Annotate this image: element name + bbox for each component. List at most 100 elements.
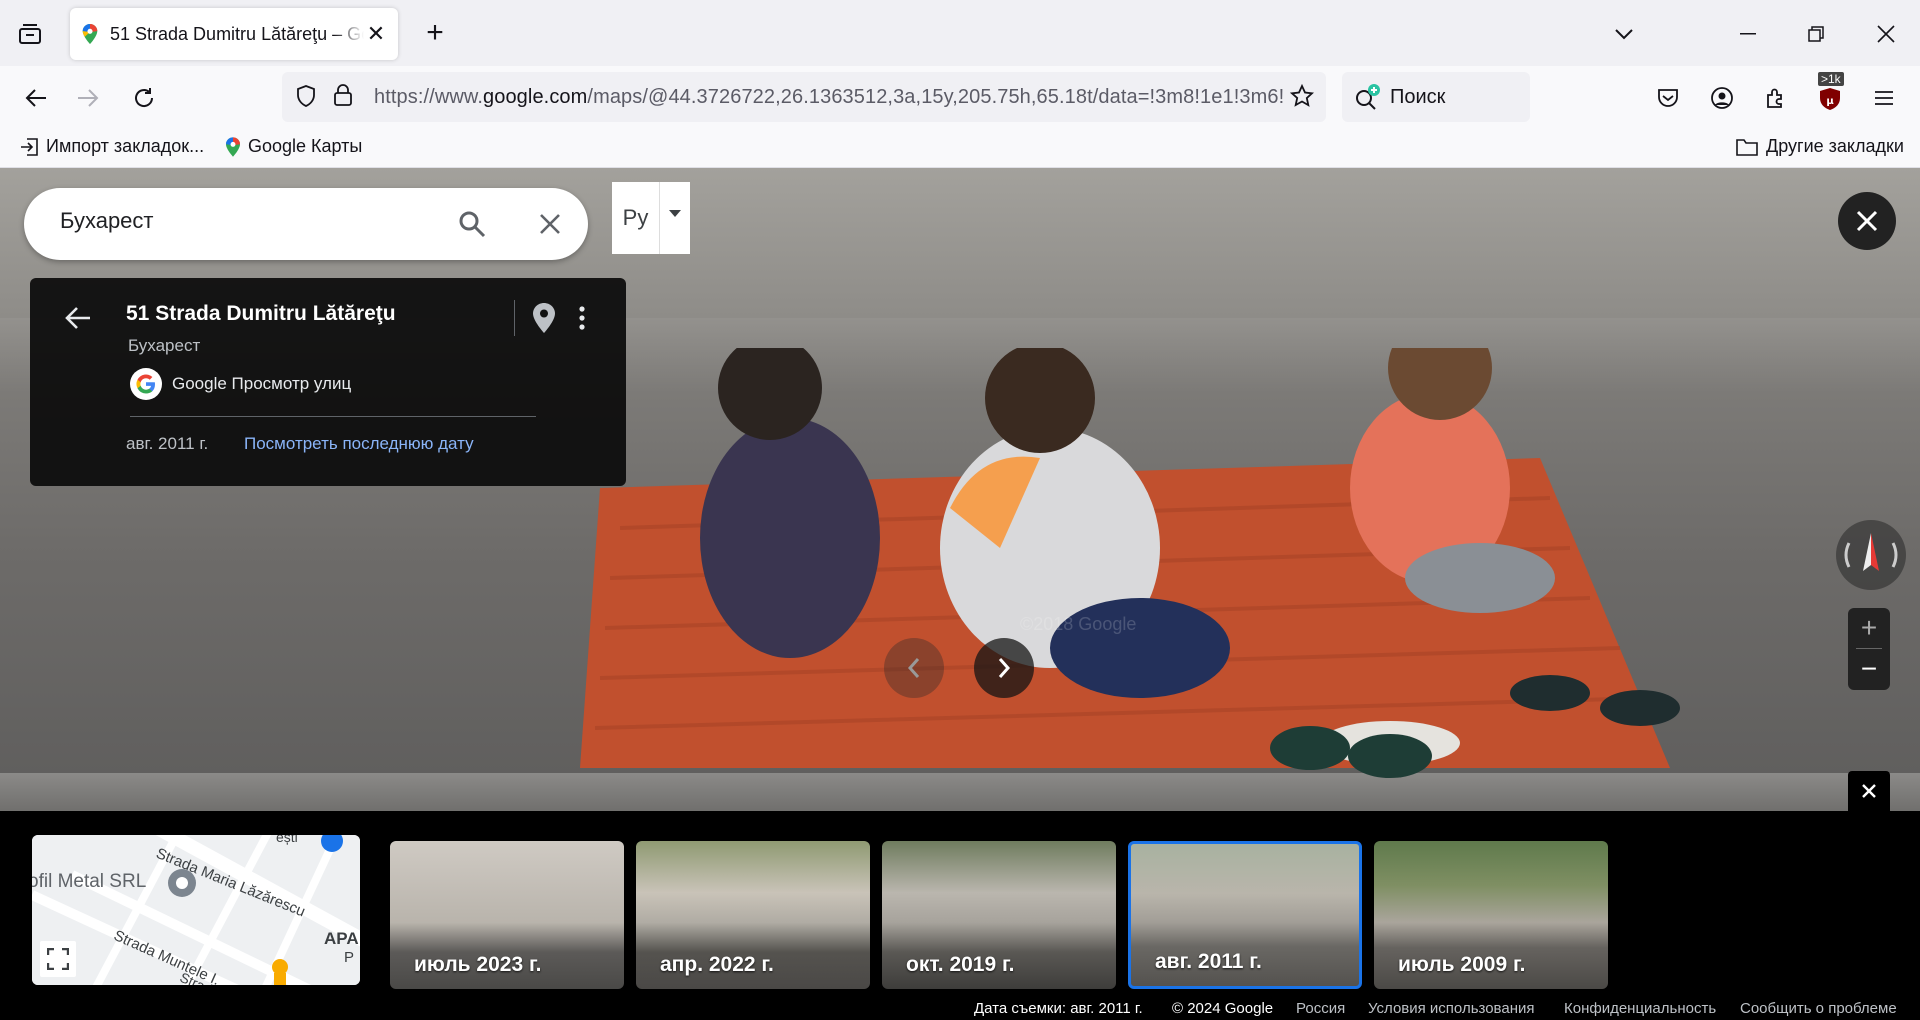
pocket-icon[interactable] — [1650, 80, 1686, 116]
url-text[interactable]: https://www.google.com/maps/@44.3726722,… — [374, 86, 1284, 109]
timeline-thumb-1[interactable]: июль 2023 г. — [390, 841, 624, 989]
close-window-button[interactable] — [1866, 14, 1906, 54]
reload-button[interactable] — [126, 80, 162, 116]
bookmark-google-maps-label: Google Карты — [248, 136, 363, 156]
restore-window-button[interactable] — [1796, 14, 1836, 54]
bookmark-other-folder[interactable]: Другие закладки — [1736, 136, 1904, 157]
card-divider-horizontal — [130, 416, 536, 417]
url-path: /maps/@44.3726722,26.1363512,3a,15y,205.… — [587, 86, 1284, 108]
expand-map-icon[interactable] — [40, 941, 76, 977]
footer-capture-date: Дата съемки: авг. 2011 г. — [974, 1000, 1143, 1017]
timeline-thumb-label: окт. 2019 г. — [906, 953, 1015, 976]
google-maps-bookmark-icon — [226, 136, 240, 157]
street-view-panorama[interactable]: ©2018 Google — [0, 168, 1920, 811]
footer-terms-link[interactable]: Условия использования — [1368, 1000, 1535, 1017]
input-language-selector[interactable]: Ру — [612, 182, 690, 254]
timeline-thumb-2[interactable]: апр. 2022 г. — [636, 841, 870, 989]
account-icon[interactable] — [1704, 80, 1740, 116]
footer-country-link[interactable]: Россия — [1296, 1000, 1345, 1017]
maps-footer: Дата съемки: авг. 2011 г. © 2024 Google … — [0, 998, 1920, 1020]
bookmarks-toolbar: Импорт закладок... Google Карты Другие з… — [0, 130, 1920, 168]
mini-map-label-p: P — [344, 949, 355, 966]
list-all-tabs-icon[interactable] — [16, 20, 44, 48]
panorama-curb — [0, 773, 1920, 811]
see-latest-date-link[interactable]: Посмотреть последнюю дату — [244, 434, 474, 454]
street-view-source: Google Просмотр улиц — [130, 368, 351, 400]
panorama-scene-shapes — [580, 348, 1680, 768]
import-icon — [21, 137, 38, 156]
tab-overflow-chevron-icon[interactable] — [1604, 14, 1644, 54]
maps-search-input[interactable] — [60, 208, 440, 234]
extensions-puzzle-icon[interactable] — [1758, 80, 1794, 116]
search-engine-icon — [1354, 84, 1382, 115]
timeline-thumb-label: апр. 2022 г. — [660, 953, 774, 976]
timeline-thumb-4-selected[interactable]: авг. 2011 г. — [1128, 841, 1362, 989]
bookmark-star-icon[interactable] — [1289, 83, 1315, 113]
clear-search-icon[interactable] — [532, 206, 568, 242]
lock-icon[interactable] — [334, 84, 352, 111]
search-icon[interactable] — [454, 206, 490, 242]
zoom-control: + − — [1848, 608, 1890, 690]
tab-title: 51 Strada Dumitru Lătăreţu – Google Карт… — [110, 23, 364, 44]
bookmark-import-label: Импорт закладок... — [46, 136, 205, 156]
street-view-info-card: 51 Strada Dumitru Lătăreţu Бухарест Goog… — [30, 278, 626, 486]
panorama-watermark: ©2018 Google — [1020, 614, 1137, 634]
app-menu-icon[interactable] — [1866, 80, 1902, 116]
timeline-thumb-3[interactable]: окт. 2019 г. — [882, 841, 1116, 989]
sandals-shapes — [1270, 726, 1432, 778]
capture-date: авг. 2011 г. — [126, 434, 209, 453]
bookmark-import[interactable]: Импорт закладок... — [20, 136, 204, 157]
svg-text:μ: μ — [1826, 96, 1834, 107]
footer-copyright: © 2024 Google — [1172, 1000, 1274, 1017]
url-prefix: https://www. — [374, 86, 484, 108]
more-options-icon[interactable] — [570, 300, 594, 336]
timeline-thumb-label: авг. 2011 г. — [1155, 950, 1262, 973]
previous-image-button[interactable] — [884, 638, 944, 698]
mini-map[interactable]: ofil Metal SRL Strada Maria Lăzărescu St… — [32, 835, 360, 985]
bookmark-other-label: Другие закладки — [1766, 136, 1904, 156]
timeline-thumb-label: июль 2023 г. — [414, 953, 542, 976]
url-domain: google.com — [483, 86, 588, 108]
maps-viewport: ©2018 Google Ру 51 Strada Dumitru Lătăre… — [0, 168, 1920, 1020]
extension-badge: >1k — [1818, 72, 1844, 86]
navigation-toolbar: https://www.google.com/maps/@44.3726722,… — [0, 66, 1920, 130]
card-divider — [514, 300, 515, 336]
bookmark-google-maps[interactable]: Google Карты — [226, 136, 362, 157]
mini-map-label-top: ești — [276, 835, 298, 845]
google-logo-icon — [130, 368, 162, 400]
timeline-thumb-label: июль 2009 г. — [1398, 953, 1526, 976]
time-machine-strip: ofil Metal SRL Strada Maria Lăzărescu St… — [0, 771, 1920, 1020]
address-title: 51 Strada Dumitru Lătăreţu — [126, 302, 396, 325]
close-tab-icon[interactable]: ✕ — [364, 21, 388, 46]
folder-icon — [1736, 138, 1758, 156]
web-search-box[interactable]: Поиск — [1342, 72, 1530, 122]
tab-bar: 51 Strada Dumitru Lătăreţu – Google Карт… — [0, 0, 1920, 66]
caret-down-icon — [660, 182, 690, 254]
minimize-window-button[interactable] — [1728, 14, 1768, 54]
zoom-out-button[interactable]: − — [1848, 649, 1890, 689]
input-language-code: Ру — [612, 182, 660, 254]
forward-button[interactable] — [70, 80, 106, 116]
maps-search-box — [24, 188, 588, 260]
timeline-thumb-5[interactable]: июль 2009 г. — [1374, 841, 1608, 989]
footer-report-link[interactable]: Сообщить о проблеме — [1740, 1000, 1897, 1017]
tracking-protection-shield-icon[interactable] — [296, 85, 316, 112]
web-search-placeholder: Поиск — [1390, 86, 1446, 108]
next-image-button[interactable] — [974, 638, 1034, 698]
address-city: Бухарест — [128, 336, 201, 355]
close-street-view-button[interactable] — [1838, 192, 1896, 250]
google-maps-favicon-icon — [82, 24, 98, 44]
back-button[interactable] — [18, 80, 54, 116]
compass-icon[interactable] — [1836, 520, 1906, 590]
url-bar[interactable]: https://www.google.com/maps/@44.3726722,… — [282, 72, 1326, 122]
mini-map-label-apa: APA — [324, 929, 359, 948]
location-pin-icon[interactable] — [530, 300, 558, 336]
ublock-origin-icon[interactable]: μ >1k — [1812, 72, 1848, 116]
new-tab-button[interactable]: + — [420, 18, 450, 48]
footer-privacy-link[interactable]: Конфиденциальность — [1564, 1000, 1716, 1017]
zoom-in-button[interactable]: + — [1848, 608, 1890, 648]
street-view-source-label: Google Просмотр улиц — [172, 374, 352, 393]
tab-google-maps[interactable]: 51 Strada Dumitru Lătăreţu – Google Карт… — [70, 8, 398, 60]
close-timeline-button[interactable] — [1848, 771, 1890, 811]
back-arrow-icon[interactable] — [60, 300, 96, 336]
